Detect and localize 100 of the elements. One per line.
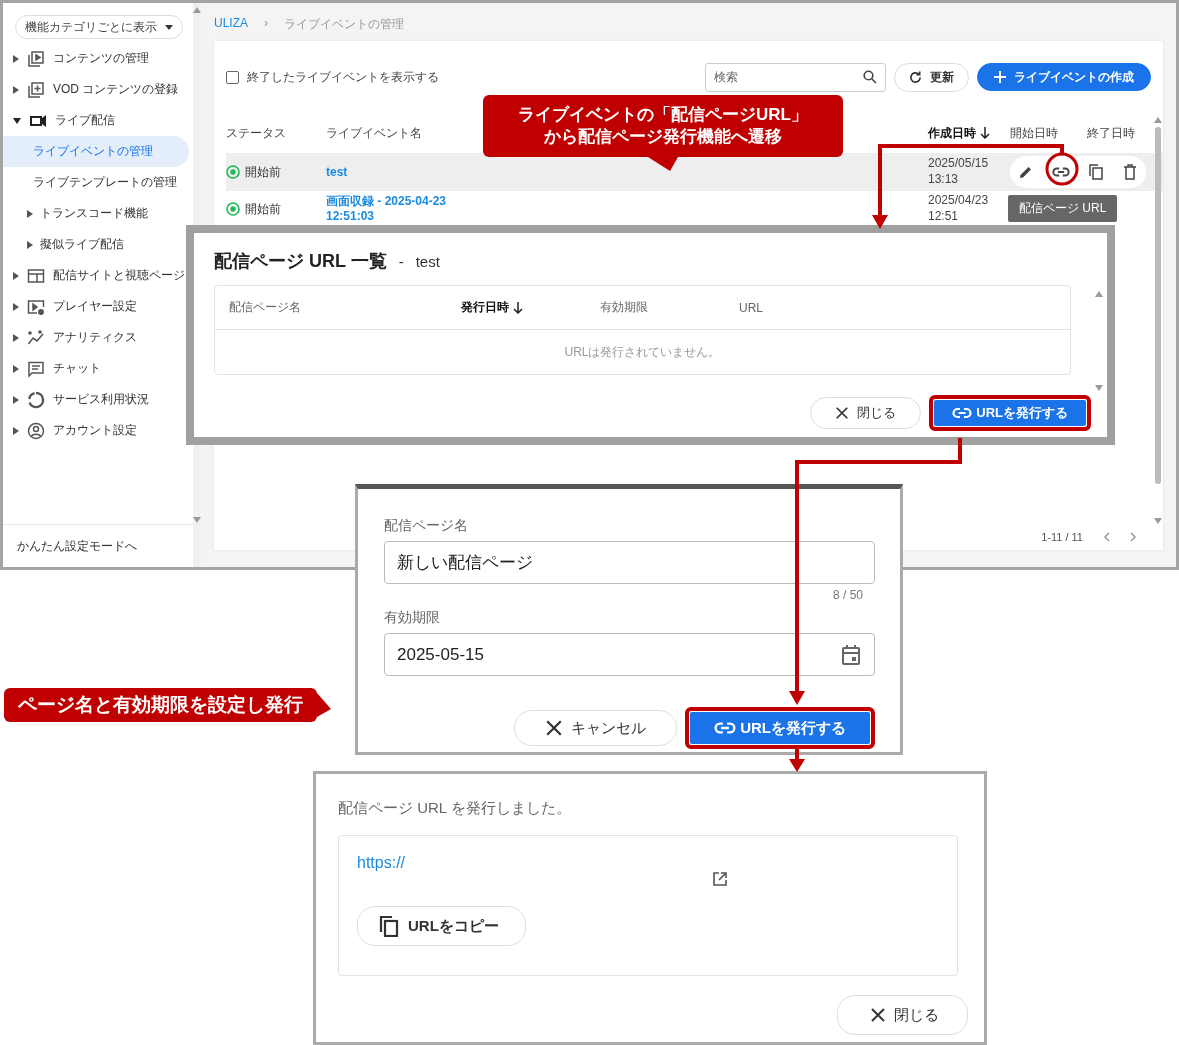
refresh-icon [909, 70, 922, 84]
refresh-button[interactable]: 更新 [894, 62, 969, 92]
event-name-link[interactable]: 画面収録 - 2025-04-23 12:51:03 [326, 194, 447, 224]
close-button[interactable]: 閉じる [837, 995, 968, 1035]
expand-arrow-icon[interactable] [13, 364, 19, 373]
tooltip: 配信ページ URL [1008, 195, 1118, 222]
play-stack-icon [27, 49, 45, 68]
event-name: test [415, 253, 440, 270]
scroll-down-icon[interactable] [1154, 518, 1162, 524]
table-row[interactable]: 開始前 test 2025/05/15 13:13 [226, 153, 1163, 190]
sidebar-item[interactable]: ライブテンプレートの管理 [3, 167, 193, 198]
sidebar-item[interactable]: 配信サイトと視聴ページ [53, 267, 185, 284]
sidebar-item[interactable]: VOD コンテンツの登録 [53, 81, 179, 98]
character-counter: 8 / 50 [832, 588, 863, 602]
expand-arrow-icon[interactable] [13, 271, 19, 280]
scroll-up-icon[interactable] [1095, 291, 1103, 297]
url-link[interactable]: https:// [357, 854, 713, 872]
donut-chart-icon [27, 390, 45, 409]
sidebar-item[interactable]: ライブイベントの管理 [3, 136, 189, 167]
status-dot-icon [226, 202, 240, 216]
simple-mode-link[interactable]: かんたん設定モードへ [17, 537, 137, 555]
sort-down-arrow-icon[interactable] [513, 301, 523, 314]
create-event-button[interactable]: ライブイベントの作成 [977, 63, 1151, 91]
expand-arrow-icon[interactable] [13, 426, 19, 435]
column-header[interactable]: ステータス [226, 124, 286, 142]
sidebar-item[interactable]: サービス利用状況 [53, 391, 149, 408]
calendar-icon[interactable] [840, 643, 862, 666]
date-field[interactable]: 2025-05-15 [384, 633, 875, 676]
expand-arrow-icon[interactable] [13, 302, 19, 311]
issue-url-button[interactable]: URLを発行する [690, 712, 870, 744]
column-header[interactable]: 開始日時 [1010, 124, 1058, 142]
account-icon [27, 421, 45, 440]
checkbox-label: 終了したライブイベントを表示する [247, 68, 439, 86]
table-cell: 2025/05/15 13:13 [928, 156, 989, 188]
scrollbar-thumb[interactable] [1155, 127, 1161, 484]
close-icon [835, 406, 850, 420]
chevron-left-icon[interactable] [1103, 532, 1110, 542]
callout-text: ライブイベントの「配信ページURL」 [518, 103, 808, 126]
breadcrumb-item: ライブイベントの管理 [284, 16, 404, 33]
table-cell: 2025/04/23 12:51 [928, 193, 989, 225]
column-header[interactable]: 配信ページ名 [229, 299, 301, 316]
title-separator: - [398, 253, 404, 270]
copy-url-button[interactable]: URLをコピー [357, 906, 526, 946]
status-dot-icon [226, 165, 240, 179]
scroll-down-icon[interactable] [1095, 385, 1103, 391]
sidebar-item[interactable]: アカウント設定 [53, 422, 137, 439]
text-field[interactable]: 新しい配信ページ [384, 541, 875, 584]
checkbox[interactable] [226, 70, 239, 84]
cancel-button[interactable]: キャンセル [514, 710, 678, 746]
sort-down-arrow-icon[interactable] [980, 127, 990, 139]
callout-text: から配信ページ発行機能へ遷移 [544, 126, 782, 148]
external-link-icon[interactable] [713, 872, 727, 886]
chat-icon [27, 359, 45, 378]
breadcrumb-separator: › [264, 16, 268, 30]
callout-text: ページ名と有効期限を設定し発行 [18, 693, 303, 717]
chevron-right-icon[interactable] [1130, 532, 1137, 542]
pencil-icon[interactable] [1019, 165, 1034, 179]
player-gear-icon [27, 297, 45, 316]
sidebar-item[interactable]: 擬似ライブ配信 [40, 236, 124, 253]
expand-arrow-icon[interactable] [27, 209, 33, 218]
column-header[interactable]: 発行日時 [461, 299, 523, 316]
issue-url-button[interactable]: URLを発行する [934, 400, 1086, 426]
scroll-up-icon[interactable] [1154, 117, 1162, 123]
expand-arrow-icon[interactable] [13, 333, 19, 342]
collapse-arrow-icon[interactable] [13, 117, 21, 124]
caret-icon [165, 24, 173, 30]
highlight-ring [1045, 152, 1079, 186]
search-icon [863, 70, 877, 84]
sidebar-item[interactable]: トランスコード機能 [40, 205, 148, 222]
plus-icon [994, 71, 1006, 83]
sidebar-item[interactable]: アナリティクス [53, 329, 137, 346]
expand-arrow-icon[interactable] [13, 85, 19, 94]
trash-icon[interactable] [1122, 164, 1137, 180]
field-label: 有効期限 [384, 609, 441, 627]
expand-arrow-icon[interactable] [27, 240, 33, 249]
search-field[interactable]: 検索 [705, 62, 886, 92]
close-icon [870, 1007, 886, 1023]
field-label: 配信ページ名 [384, 517, 469, 535]
copy-icon [378, 915, 400, 937]
analytics-icon [27, 328, 45, 347]
result-message: 配信ページ URL を発行しました。 [338, 799, 572, 818]
column-header[interactable]: 終了日時 [1087, 124, 1135, 142]
category-dropdown[interactable]: 機能カテゴリごとに表示 [15, 15, 183, 39]
dialog-title: 配信ページ URL 一覧 [214, 250, 387, 273]
sidebar-item[interactable]: チャット [53, 360, 101, 377]
column-header[interactable]: URL [739, 300, 763, 315]
expand-arrow-icon[interactable] [13, 395, 19, 404]
add-stack-icon [27, 80, 45, 99]
column-header[interactable]: 作成日時 [928, 124, 990, 142]
close-icon [545, 719, 564, 737]
copy-icon[interactable] [1088, 164, 1105, 180]
sidebar-item[interactable]: プレイヤー設定 [53, 298, 137, 315]
column-header[interactable]: 有効期限 [600, 299, 648, 316]
close-button[interactable]: 閉じる [810, 397, 922, 429]
column-header[interactable]: ライブイベント名 [326, 124, 422, 142]
empty-message: URLは発行されていません。 [564, 343, 721, 361]
sidebar-item[interactable]: ライブ配信 [55, 112, 115, 129]
expand-arrow-icon[interactable] [13, 54, 19, 63]
status-text: 開始前 [245, 163, 281, 181]
sidebar-item[interactable]: コンテンツの管理 [53, 50, 149, 67]
